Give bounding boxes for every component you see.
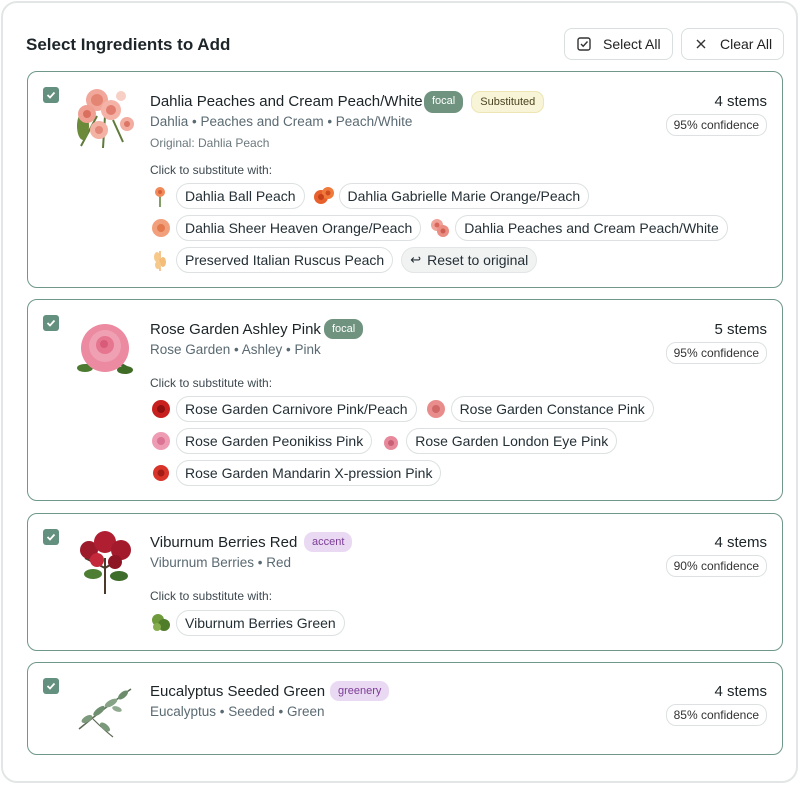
rose-thumbnail [73,318,137,384]
clear-all-label: Clear All [720,36,773,52]
substituted-badge: Substituted [471,91,545,113]
ingredient-panel: Select Ingredients to Add Select All Cle… [1,1,798,783]
substitute-option[interactable]: Rose Garden Carnivore Pink/Peach [150,396,417,422]
badge-group: focal Substituted [424,91,545,113]
substitute-row: Rose Garden Carnivore Pink/Peach Rose Ga… [150,396,654,422]
foliage-thumbnail-icon [150,249,170,271]
substitute-option[interactable]: Dahlia Sheer Heaven Orange/Peach [150,215,422,241]
stem-count: 5 stems [714,321,767,338]
ingredient-subline: Viburnum Berries • Red [150,555,292,570]
original-ingredient: Original: Dahlia Peach [150,136,270,150]
select-all-button[interactable]: Select All [564,28,673,60]
ingredient-card: Rose Garden Ashley Pink focal Rose Garde… [27,299,783,501]
role-badge: greenery [330,681,390,701]
flower-thumbnail-icon [150,217,170,239]
eucalyptus-thumbnail [73,679,137,741]
flower-thumbnail-icon [150,398,170,420]
substitute-option[interactable]: Rose Garden London Eye Pink [380,428,618,454]
undo-arrow-icon: ↩ [410,252,422,267]
flower-thumbnail-icon [425,398,445,420]
badge-group: accent [304,532,353,552]
badge-group: greenery [330,681,390,701]
reset-to-original-button[interactable]: ↩ Reset to original [401,247,538,273]
substitute-option[interactable]: Rose Garden Mandarin X-pression Pink [150,460,442,486]
page-title: Select Ingredients to Add [26,35,231,54]
viburnum-thumbnail [73,528,137,594]
substitute-chip[interactable]: Dahlia Peaches and Cream Peach/White [455,215,728,241]
substitute-option[interactable]: Rose Garden Peonikiss Pink [150,428,373,454]
close-icon [694,37,708,51]
flower-thumbnail-icon [150,462,170,484]
confidence-badge: 95% confidence [665,114,767,136]
substitute-row: Viburnum Berries Green [150,610,345,636]
substitute-row: Dahlia Sheer Heaven Orange/Peach Dahlia … [150,215,728,241]
substitute-option[interactable]: Dahlia Peaches and Cream Peach/White [429,215,728,241]
ingredient-name: Dahlia Peaches and Cream Peach/White [150,93,423,110]
stem-count: 4 stems [714,93,767,110]
substitute-chip[interactable]: Dahlia Gabrielle Marie Orange/Peach [338,183,590,209]
ingredient-name: Viburnum Berries Red [150,534,298,551]
ingredient-subline: Eucalyptus • Seeded • Green [150,704,325,719]
flower-thumbnail-icon [313,185,334,207]
badge-group: focal [324,319,364,339]
ingredient-card: Viburnum Berries Red accent Viburnum Ber… [27,513,783,651]
substitute-option[interactable]: Viburnum Berries Green [150,610,345,636]
substitute-chip[interactable]: Dahlia Ball Peach [176,183,305,209]
substitute-option[interactable]: Dahlia Ball Peach [150,183,305,209]
substitute-option[interactable]: Dahlia Gabrielle Marie Orange/Peach [313,183,590,209]
substitute-chip[interactable]: Rose Garden Peonikiss Pink [176,428,373,454]
clear-all-button[interactable]: Clear All [681,28,784,60]
flower-thumbnail-icon [380,430,400,452]
select-all-label: Select All [603,36,661,52]
ingredient-card: Dahlia Peaches and Cream Peach/White foc… [27,71,783,288]
stem-count: 4 stems [714,534,767,551]
confidence-badge: 95% confidence [665,342,767,364]
substitute-chip[interactable]: Dahlia Sheer Heaven Orange/Peach [176,215,422,241]
ingredient-checkbox[interactable] [43,529,59,545]
role-badge: focal [424,91,464,113]
substitute-label: Click to substitute with: [150,376,273,390]
substitute-chip[interactable]: Rose Garden Mandarin X-pression Pink [176,460,442,486]
flower-thumbnail-icon [150,430,170,452]
ingredient-name: Rose Garden Ashley Pink [150,321,321,338]
substitute-option[interactable]: Rose Garden Constance Pink [425,396,654,422]
dahlia-thumbnail [73,86,137,152]
flower-thumbnail-icon [429,217,450,239]
substitute-chip[interactable]: Preserved Italian Ruscus Peach [176,247,394,273]
substitute-label: Click to substitute with: [150,163,273,177]
stem-count: 4 stems [714,683,767,700]
ingredient-name: Eucalyptus Seeded Green [150,683,326,700]
ingredient-checkbox[interactable] [43,87,59,103]
confidence-badge: 85% confidence [665,704,767,726]
substitute-chip[interactable]: Rose Garden Carnivore Pink/Peach [176,396,417,422]
substitute-label: Click to substitute with: [150,589,273,603]
substitute-chip[interactable]: Rose Garden London Eye Pink [406,428,618,454]
substitute-row: Rose Garden Peonikiss Pink Rose Garden L… [150,428,618,454]
substitute-chip[interactable]: Viburnum Berries Green [176,610,345,636]
substitute-row: Preserved Italian Ruscus Peach ↩ Reset t… [150,247,538,273]
role-badge: accent [304,532,353,552]
ingredient-subline: Rose Garden • Ashley • Pink [150,342,321,357]
panel-header: Select Ingredients to Add Select All Cle… [3,3,796,73]
ingredient-checkbox[interactable] [43,315,59,331]
checkbox-icon [577,37,591,51]
substitute-row: Dahlia Ball Peach Dahlia Gabrielle Marie… [150,183,590,209]
substitute-chip[interactable]: Rose Garden Constance Pink [450,396,654,422]
ingredient-checkbox[interactable] [43,678,59,694]
foliage-thumbnail-icon [150,612,170,634]
substitute-option[interactable]: Preserved Italian Ruscus Peach [150,247,394,273]
confidence-badge: 90% confidence [665,555,767,577]
role-badge: focal [324,319,364,339]
reset-label: Reset to original [427,252,529,268]
ingredient-card: Eucalyptus Seeded Green greenery Eucalyp… [27,662,783,755]
substitute-row: Rose Garden Mandarin X-pression Pink [150,460,442,486]
flower-thumbnail-icon [150,185,170,207]
ingredient-subline: Dahlia • Peaches and Cream • Peach/White [150,114,413,129]
